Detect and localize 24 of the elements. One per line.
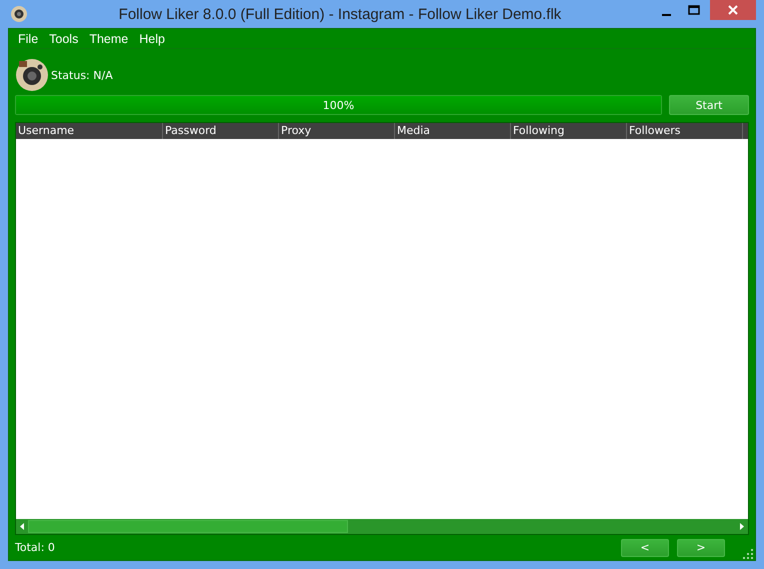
- page-button[interactable]: <: [621, 538, 669, 556]
- close-button[interactable]: [710, 0, 756, 20]
- page-button[interactable]: >: [677, 538, 725, 556]
- menu-item[interactable]: Help: [134, 32, 171, 46]
- menu-item[interactable]: Tools: [44, 32, 84, 46]
- column-header[interactable]: Media: [395, 123, 511, 139]
- close-icon: [728, 5, 738, 15]
- maximize-icon: [688, 5, 700, 15]
- column-header[interactable]: Followers: [627, 123, 743, 139]
- camera-icon: [15, 58, 49, 92]
- column-header[interactable]: Proxy: [279, 123, 395, 139]
- resize-grip-icon[interactable]: [743, 549, 753, 559]
- column-header[interactable]: Following: [511, 123, 627, 139]
- column-header[interactable]: Username: [16, 123, 163, 139]
- column-header[interactable]: Password: [163, 123, 279, 139]
- camera-icon: [10, 5, 28, 23]
- minimize-icon: [662, 14, 670, 16]
- progress-reading: 100%: [322, 98, 354, 112]
- menu-item[interactable]: Theme: [84, 32, 134, 46]
- window-title: Follow Liker 8.0.0 (Full Edition) - Instagram - Follow Liker Demo.flk: [118, 6, 562, 22]
- menu-item[interactable]: File: [13, 32, 44, 46]
- status-text: Status: N/A: [51, 68, 113, 82]
- start-button[interactable]: Start: [669, 95, 749, 115]
- total-count: Total: 0: [15, 541, 56, 554]
